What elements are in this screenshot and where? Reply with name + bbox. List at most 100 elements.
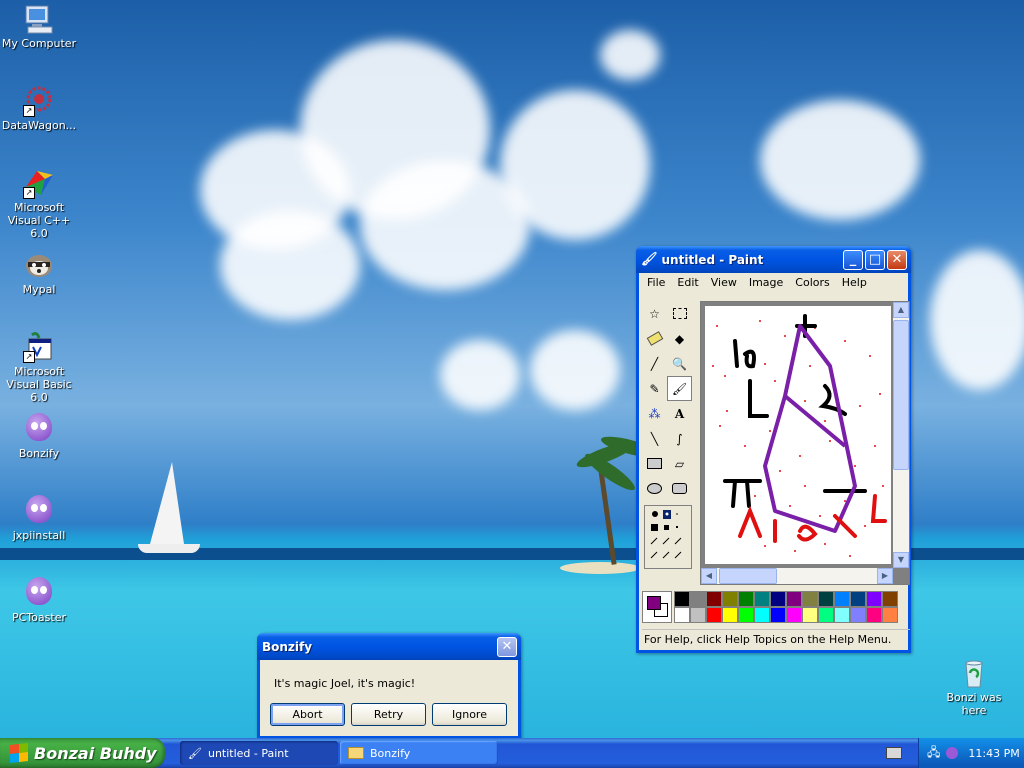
scroll-down-button[interactable]: ▼ <box>893 552 909 568</box>
dialog-titlebar[interactable]: Bonzify ✕ <box>257 633 521 660</box>
purple-brush-strokes <box>763 324 857 533</box>
taskbar-item-paint[interactable]: 🖌 untitled - Paint <box>180 741 338 765</box>
desktop-icon-bonzify[interactable]: Bonzify <box>0 413 79 460</box>
status-bar: For Help, click Help Topics on the Help … <box>642 629 910 650</box>
palette-swatch[interactable] <box>882 607 898 623</box>
scroll-right-button[interactable]: ▶ <box>877 568 893 584</box>
menu-colors[interactable]: Colors <box>789 276 835 289</box>
palette-swatch[interactable] <box>690 591 706 607</box>
rounded-rectangle-icon <box>672 483 687 494</box>
desktop-icon-visual-basic[interactable]: ↗ Microsoft Visual Basic 6.0 <box>0 331 79 404</box>
tool-options[interactable] <box>644 505 692 569</box>
ellipse-tool[interactable] <box>642 476 667 501</box>
palette-swatch[interactable] <box>786 591 802 607</box>
free-form-select-tool[interactable]: ☆ <box>642 301 667 326</box>
palette-swatch[interactable] <box>850 607 866 623</box>
retry-button[interactable]: Retry <box>351 703 426 726</box>
desktop-icon-my-computer[interactable]: My Computer <box>0 3 79 50</box>
palette-swatch[interactable] <box>722 607 738 623</box>
horizontal-scrollbar[interactable]: ◀ ▶ <box>701 568 893 584</box>
palette-swatch[interactable] <box>738 607 754 623</box>
palette-swatch[interactable] <box>754 591 770 607</box>
airbrush-tool[interactable]: ⁂ <box>642 401 667 426</box>
current-colors[interactable] <box>642 591 672 623</box>
palette-swatch[interactable] <box>866 591 882 607</box>
scroll-up-button[interactable]: ▲ <box>893 302 909 318</box>
eraser-tool[interactable] <box>642 326 667 351</box>
palette-swatch[interactable] <box>786 607 802 623</box>
rounded-rectangle-tool[interactable] <box>667 476 692 501</box>
menu-help[interactable]: Help <box>836 276 873 289</box>
arrow-up-icon: ▲ <box>897 305 905 314</box>
palette-swatch[interactable] <box>802 607 818 623</box>
network-icon[interactable]: 🖧 <box>927 743 940 764</box>
menu-edit[interactable]: Edit <box>671 276 704 289</box>
ignore-button[interactable]: Ignore <box>432 703 507 726</box>
bonzi-tray-icon[interactable] <box>946 747 959 759</box>
menu-file[interactable]: File <box>641 276 671 289</box>
paint-titlebar[interactable]: 🖌 untitled - Paint _ □ ✕ <box>636 246 911 273</box>
red-brush-strokes <box>738 494 887 543</box>
scroll-left-button[interactable]: ◀ <box>701 568 717 584</box>
palette-swatch[interactable] <box>706 607 722 623</box>
menu-image[interactable]: Image <box>743 276 789 289</box>
shortcut-arrow-icon: ↗ <box>23 105 35 117</box>
curve-tool[interactable]: ∫ <box>667 426 692 451</box>
palette-swatch[interactable] <box>882 591 898 607</box>
palette-swatch[interactable] <box>802 591 818 607</box>
pick-color-tool[interactable]: ╱ <box>642 351 667 376</box>
menu-view[interactable]: View <box>705 276 743 289</box>
cloud <box>600 30 660 80</box>
fill-tool[interactable]: ◆ <box>667 326 692 351</box>
status-text: For Help, click Help Topics on the Help … <box>644 633 892 646</box>
palette-swatch[interactable] <box>818 591 834 607</box>
taskbar-item-bonzify[interactable]: Bonzify <box>340 741 498 765</box>
minimize-button[interactable]: _ <box>843 249 863 270</box>
desktop-icon-datawagon[interactable]: ↗ DataWagon... <box>0 85 79 132</box>
taskbar: Bonzai Buhdy 🖌 untitled - Paint Bonzify … <box>0 738 1024 768</box>
desktop-icon-jxpiinstall[interactable]: jxpiinstall <box>0 495 79 542</box>
desktop-icon-recycle-bin[interactable]: Bonzi was here <box>934 657 1014 717</box>
line-tool[interactable]: ╲ <box>642 426 667 451</box>
close-button[interactable]: ✕ <box>887 249 907 270</box>
palette-swatch[interactable] <box>674 591 690 607</box>
close-icon: ✕ <box>891 251 903 267</box>
palette-swatch[interactable] <box>706 591 722 607</box>
cloud <box>220 210 360 320</box>
palette-swatch[interactable] <box>738 591 754 607</box>
text-tool[interactable]: A <box>667 401 692 426</box>
palette-swatch[interactable] <box>834 591 850 607</box>
palette-swatch[interactable] <box>770 607 786 623</box>
desktop-icon-mypal[interactable]: Mypal <box>0 249 79 296</box>
desktop-icon-visual-cpp[interactable]: ↗ Microsoft Visual C++ 6.0 <box>0 167 79 240</box>
palette-swatch[interactable] <box>754 607 770 623</box>
color-palette <box>642 589 908 625</box>
desktop-icon-pctoaster[interactable]: PCToaster <box>0 577 79 624</box>
palette-swatch[interactable] <box>690 607 706 623</box>
vertical-scroll-thumb[interactable] <box>893 320 909 470</box>
start-button[interactable]: Bonzai Buhdy <box>0 738 165 768</box>
horizontal-scroll-thumb[interactable] <box>719 568 777 584</box>
close-icon: ✕ <box>501 638 513 654</box>
magnifier-tool[interactable]: 🔍 <box>667 351 692 376</box>
polygon-tool[interactable]: ▱ <box>667 451 692 476</box>
cloud <box>760 100 920 220</box>
rectangle-tool[interactable] <box>642 451 667 476</box>
select-tool[interactable] <box>667 301 692 326</box>
palette-swatch[interactable] <box>866 607 882 623</box>
pencil-tool[interactable]: ✎ <box>642 376 667 401</box>
palette-swatch[interactable] <box>850 591 866 607</box>
abort-button[interactable]: Abort <box>270 703 345 726</box>
vertical-scrollbar[interactable]: ▲ ▼ <box>893 302 909 568</box>
palette-swatch[interactable] <box>674 607 690 623</box>
palette-swatch[interactable] <box>818 607 834 623</box>
keyboard-icon[interactable] <box>886 747 902 759</box>
brush-tool[interactable]: 🖌 <box>667 376 692 401</box>
palette-swatch[interactable] <box>834 607 850 623</box>
palette-swatch[interactable] <box>770 591 786 607</box>
drawing-canvas[interactable] <box>705 306 891 564</box>
cloud <box>500 90 650 240</box>
palette-swatch[interactable] <box>722 591 738 607</box>
maximize-button[interactable]: □ <box>865 249 885 270</box>
dialog-close-button[interactable]: ✕ <box>497 636 517 657</box>
